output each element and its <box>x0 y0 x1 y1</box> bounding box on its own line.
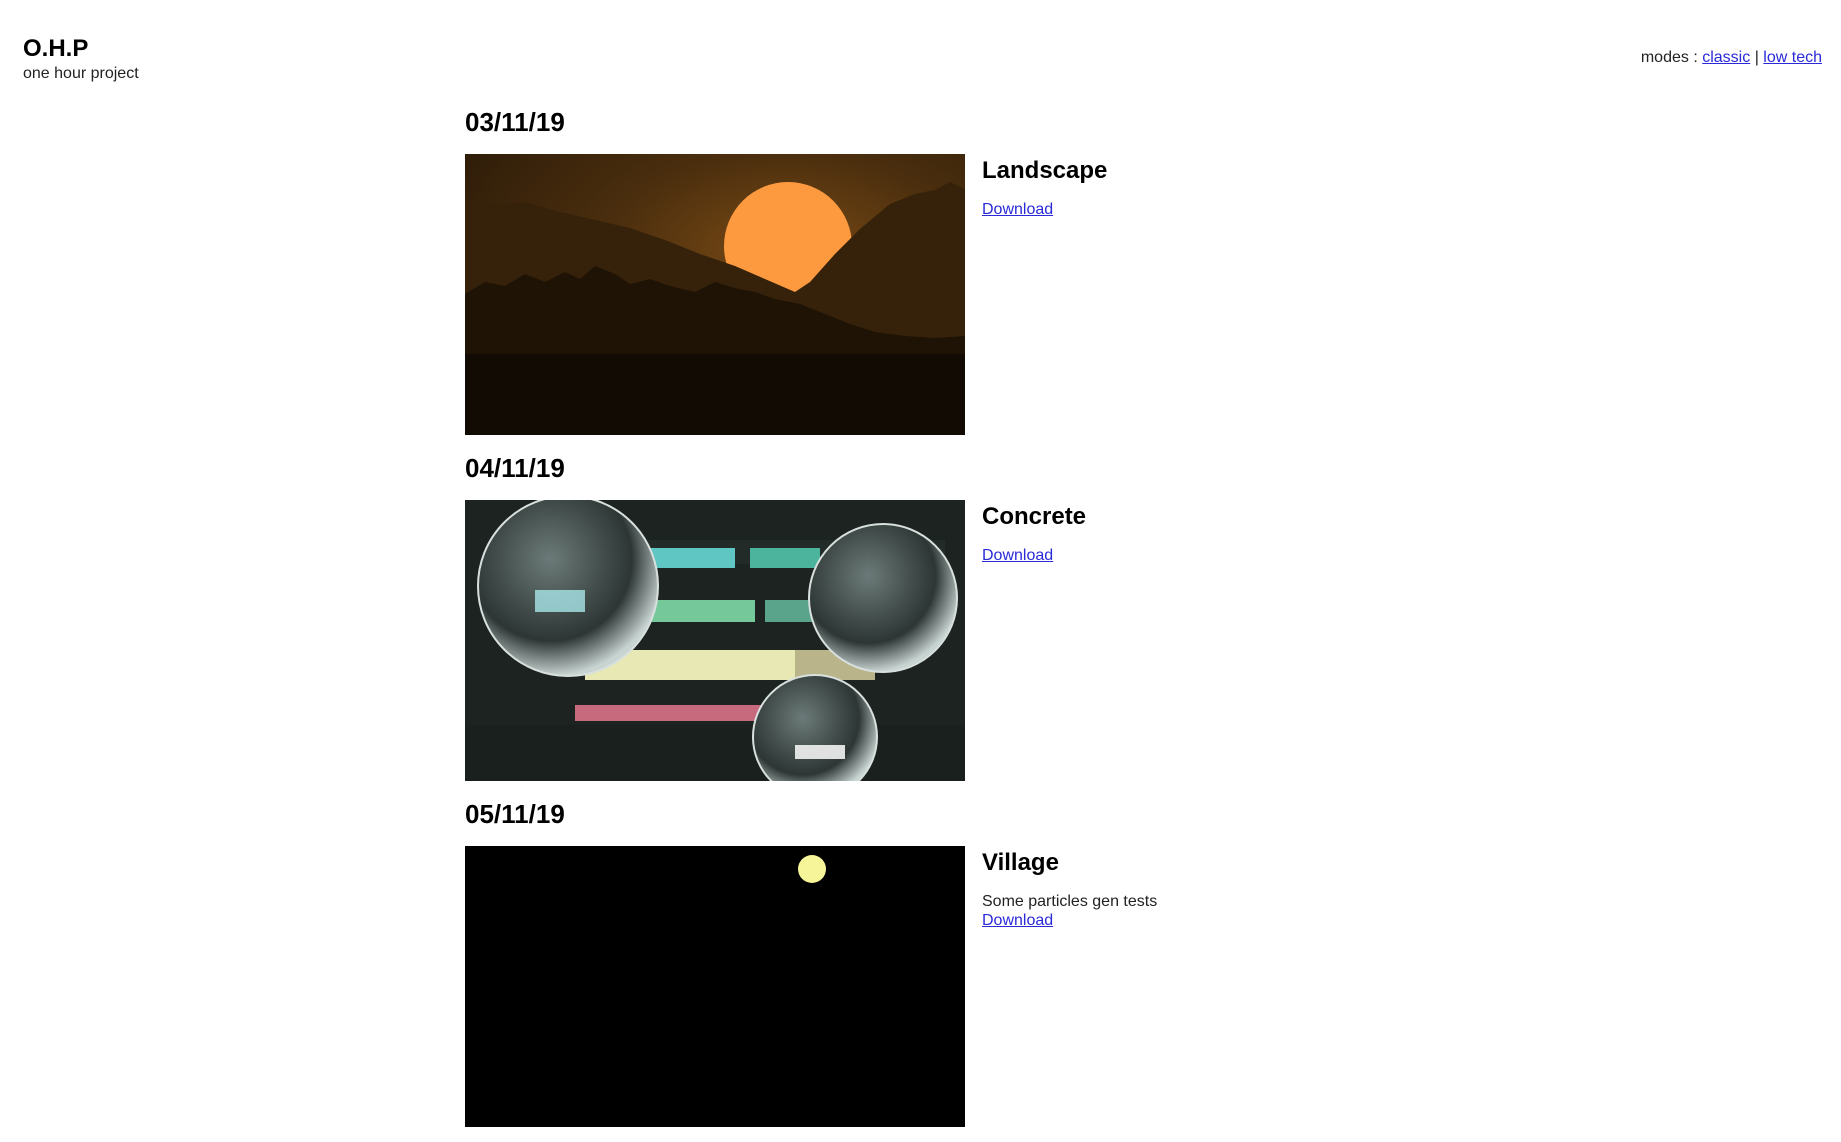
entry-title: Concrete <box>982 503 1087 530</box>
project-entry: 05/11/19 Village Some particles gen test… <box>465 796 1365 1142</box>
concrete-render-image[interactable] <box>465 500 965 781</box>
entry-description: Some particles gen tests <box>982 893 1158 910</box>
download-link[interactable]: Download <box>982 546 1053 565</box>
site-logo[interactable]: O.H.P one hour project <box>23 35 139 84</box>
download-link[interactable]: Download <box>982 911 1053 930</box>
site-header: O.H.P one hour project modes : classic |… <box>0 0 1841 100</box>
landscape-render-image[interactable] <box>465 154 965 435</box>
download-link[interactable]: Download <box>982 200 1053 219</box>
mode-switcher: modes : classic | low tech <box>1641 48 1822 68</box>
entry-date: 04/11/19 <box>465 453 565 483</box>
project-entry: 03/11/19 Landscape Download <box>465 104 1365 450</box>
entry-info: Concrete Download <box>982 500 1362 565</box>
modes-separator: | <box>1754 49 1759 66</box>
entry-title: Village <box>982 849 1059 876</box>
entry-title: Landscape <box>982 157 1108 184</box>
site-subtitle: one hour project <box>23 65 139 82</box>
modes-label: modes : <box>1640 49 1698 66</box>
entry-date: 03/11/19 <box>465 107 565 137</box>
project-feed: 03/11/19 Landscape Download 04/11/19 Con… <box>465 104 1365 1142</box>
entry-info: Village Some particles gen tests Downloa… <box>982 846 1362 930</box>
village-render-image[interactable] <box>465 846 965 1127</box>
entry-date: 05/11/19 <box>465 799 565 829</box>
site-title: O.H.P <box>23 35 89 62</box>
entry-info: Landscape Download <box>982 154 1362 219</box>
project-entry: 04/11/19 Concrete Download <box>465 450 1365 796</box>
mode-classic-link[interactable]: classic <box>1702 49 1750 66</box>
mode-low-tech-link[interactable]: low tech <box>1763 49 1822 66</box>
